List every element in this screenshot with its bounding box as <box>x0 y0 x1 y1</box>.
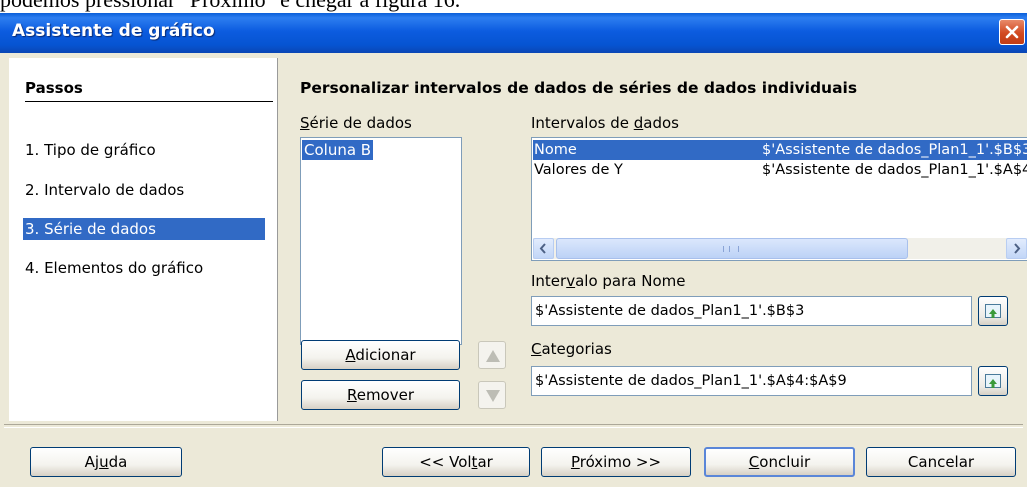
range-role: Valores de Y <box>534 162 623 178</box>
page-title: Personalizar intervalos de dados de séri… <box>300 79 858 97</box>
step-chart-type[interactable]: 1. Tipo de gráfico <box>25 139 265 161</box>
data-ranges-label: Intervalos de dados <box>531 114 679 132</box>
scroll-right-button[interactable] <box>1006 238 1027 259</box>
chevron-right-icon <box>1014 243 1021 254</box>
chart-wizard-dialog: Assistente de gráfico Passos 1. Tipo de … <box>0 13 1027 487</box>
next-button[interactable]: Próximo >> <box>541 447 691 477</box>
scroll-left-button[interactable] <box>533 238 554 259</box>
steps-heading: Passos <box>25 79 83 97</box>
range-row-name[interactable]: Nome $'Assistente de dados_Plan1_1'.$B$3 <box>533 140 1027 160</box>
series-list[interactable]: Coluna B <box>300 137 462 345</box>
chevron-left-icon <box>539 243 546 254</box>
name-range-label: Intervalo para Nome <box>531 272 686 290</box>
steps-divider <box>25 101 273 102</box>
move-down-button[interactable] <box>478 381 506 409</box>
shrink-dialog-icon <box>985 374 1001 388</box>
move-up-button[interactable] <box>478 341 506 369</box>
finish-button[interactable]: Concluir <box>704 447 855 477</box>
range-row-y-values[interactable]: Valores de Y $'Assistente de dados_Plan1… <box>533 160 1027 180</box>
name-range-input[interactable]: $'Assistente de dados_Plan1_1'.$B$3 <box>531 296 972 326</box>
steps-panel: Passos 1. Tipo de gráfico 2. Intervalo d… <box>9 58 278 421</box>
cancel-button[interactable]: Cancelar <box>866 447 1016 477</box>
window-title: Assistente de gráfico <box>12 21 215 41</box>
range-value: $'Assistente de dados_Plan1_1'.$A$4:$B$9 <box>762 162 1027 178</box>
scroll-thumb[interactable] <box>556 238 908 259</box>
help-button[interactable]: Ajuda <box>30 447 182 477</box>
close-button[interactable] <box>999 19 1025 45</box>
add-series-button[interactable]: Adicionar <box>301 340 460 370</box>
shrink-dialog-icon <box>985 304 1001 318</box>
triangle-down-icon <box>486 390 500 402</box>
select-name-range-button[interactable] <box>978 296 1008 326</box>
document-text-line: podemos pressionar "Próximo" e chegar à … <box>0 0 1027 13</box>
range-value: $'Assistente de dados_Plan1_1'.$B$3 <box>762 142 1027 158</box>
triangle-up-icon <box>486 350 500 362</box>
title-bar[interactable]: Assistente de gráfico <box>0 13 1027 53</box>
remove-series-button[interactable]: Remover <box>301 380 460 410</box>
dialog-body: Passos 1. Tipo de gráfico 2. Intervalo d… <box>4 53 1027 483</box>
footer-divider <box>4 424 1023 428</box>
range-role: Nome <box>534 142 577 158</box>
series-list-item[interactable]: Coluna B <box>302 140 374 160</box>
back-button[interactable]: << Voltar <box>382 447 530 477</box>
close-icon <box>1005 25 1019 39</box>
step-data-range[interactable]: 2. Intervalo de dados <box>25 179 265 201</box>
data-ranges-list[interactable]: Nome $'Assistente de dados_Plan1_1'.$B$3… <box>531 137 1027 261</box>
horizontal-scrollbar[interactable] <box>533 238 1027 259</box>
categories-label: Categorias <box>531 340 612 358</box>
select-categories-button[interactable] <box>978 366 1008 396</box>
categories-input[interactable]: $'Assistente de dados_Plan1_1'.$A$4:$A$9 <box>531 366 972 396</box>
series-label: Série de dados <box>300 114 412 132</box>
step-chart-elements[interactable]: 4. Elementos do gráfico <box>25 257 265 279</box>
step-data-series[interactable]: 3. Série de dados <box>23 218 265 240</box>
grip-icon <box>723 246 739 252</box>
